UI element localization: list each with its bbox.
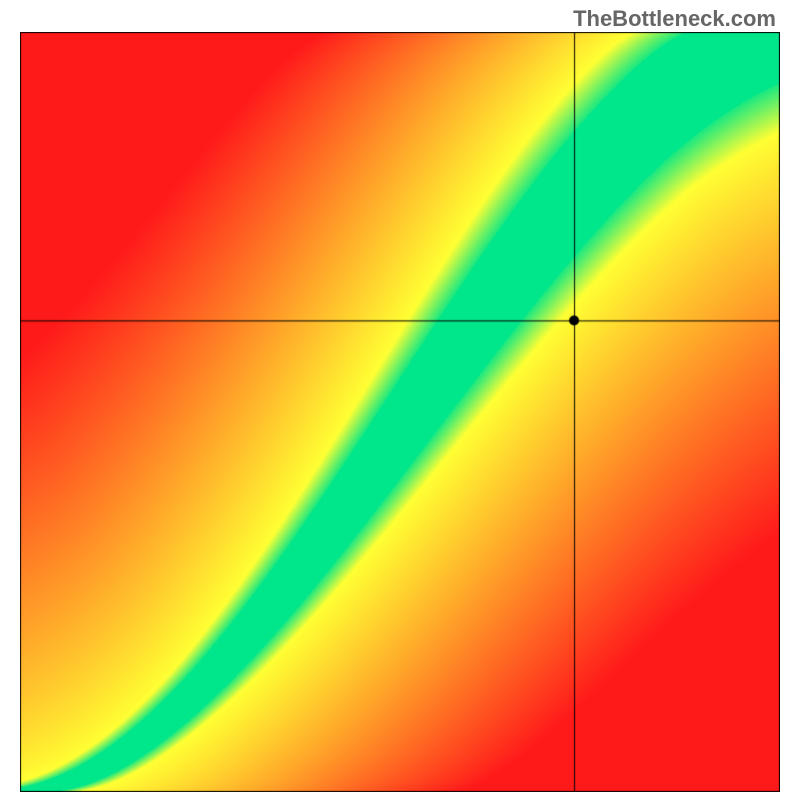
heatmap-canvas (20, 32, 780, 792)
chart-container: TheBottleneck.com (0, 0, 800, 800)
bottleneck-heatmap (20, 32, 780, 792)
watermark-label: TheBottleneck.com (573, 6, 776, 32)
